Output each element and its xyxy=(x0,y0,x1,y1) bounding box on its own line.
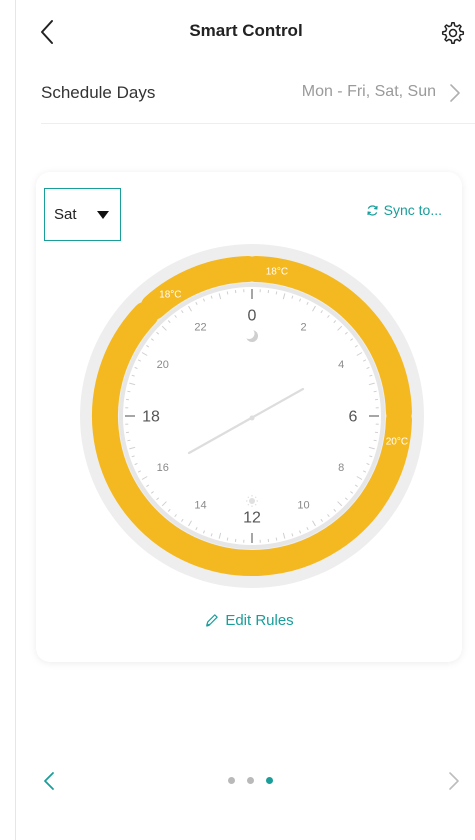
header: Smart Control xyxy=(16,0,475,64)
schedule-days-row[interactable]: Schedule Days Mon - Fri, Sat, Sun xyxy=(41,70,475,124)
dial-tick xyxy=(373,439,377,442)
dial-tick xyxy=(127,390,131,393)
dial-tick xyxy=(373,390,377,393)
chevron-left-icon xyxy=(44,772,54,790)
dial-hour-label: 0 xyxy=(248,308,257,325)
dial-tick xyxy=(226,537,229,541)
day-dropdown[interactable]: Sat xyxy=(44,188,121,241)
page-dot[interactable] xyxy=(266,777,273,784)
dial-hour-label: 6 xyxy=(349,409,358,426)
page-indicator xyxy=(228,777,273,784)
caret-down-icon xyxy=(97,211,109,219)
pencil-icon xyxy=(206,614,219,627)
sync-to-button[interactable]: Sync to... xyxy=(366,202,442,218)
schedule-dial[interactable]: 0 2 4 6 8 10 12 14 16 18 20 22 18°C 18°C 20°C xyxy=(79,243,425,589)
dial-hour-label: 14 xyxy=(194,500,206,512)
segment-temperature-label: 20°C xyxy=(386,436,408,447)
dial-tick xyxy=(275,291,278,295)
page-title: Smart Control xyxy=(189,21,303,40)
next-page-button[interactable] xyxy=(446,770,462,792)
dial-hour-label: 20 xyxy=(157,359,169,371)
day-dropdown-value: Sat xyxy=(54,206,77,223)
dial-hour-label: 10 xyxy=(297,500,309,512)
dial-hour-label: 12 xyxy=(243,510,261,527)
schedule-days-value: Mon - Fri, Sat, Sun xyxy=(301,83,436,100)
edit-rules-button[interactable]: Edit Rules xyxy=(36,612,462,629)
page-dot[interactable] xyxy=(228,777,235,784)
chevron-right-icon xyxy=(450,84,460,102)
dial-hour-label: 8 xyxy=(338,462,344,474)
segment-temperature-label: 18°C xyxy=(266,267,288,278)
gear-icon xyxy=(441,21,465,45)
schedule-card: Sat Sync to... 0 2 4 6 8 10 12 14 16 18 20 22 18°C 1… xyxy=(36,172,462,662)
page-dot[interactable] xyxy=(247,777,254,784)
sync-icon xyxy=(367,204,378,216)
pager xyxy=(16,760,475,800)
edit-rules-label: Edit Rules xyxy=(225,612,294,629)
dial-hour-label: 4 xyxy=(338,359,344,371)
dial-tick xyxy=(127,439,131,442)
dial-hour-label: 2 xyxy=(300,321,306,333)
dial-tick xyxy=(275,537,278,541)
settings-button[interactable] xyxy=(440,20,466,46)
prev-page-button[interactable] xyxy=(41,770,57,792)
dial-hour-label: 18 xyxy=(142,409,160,426)
chevron-right-icon xyxy=(449,772,459,790)
clock-hand-center xyxy=(249,415,255,421)
segment-temperature-label: 18°C xyxy=(159,289,181,300)
dial-hour-label: 16 xyxy=(157,462,169,474)
dial-hour-label: 22 xyxy=(194,321,206,333)
sync-to-label: Sync to... xyxy=(383,202,442,218)
screen: Smart Control Schedule Days Mon - Fri, S… xyxy=(15,0,475,840)
schedule-days-label: Schedule Days xyxy=(41,83,156,102)
dial-tick xyxy=(226,291,229,295)
